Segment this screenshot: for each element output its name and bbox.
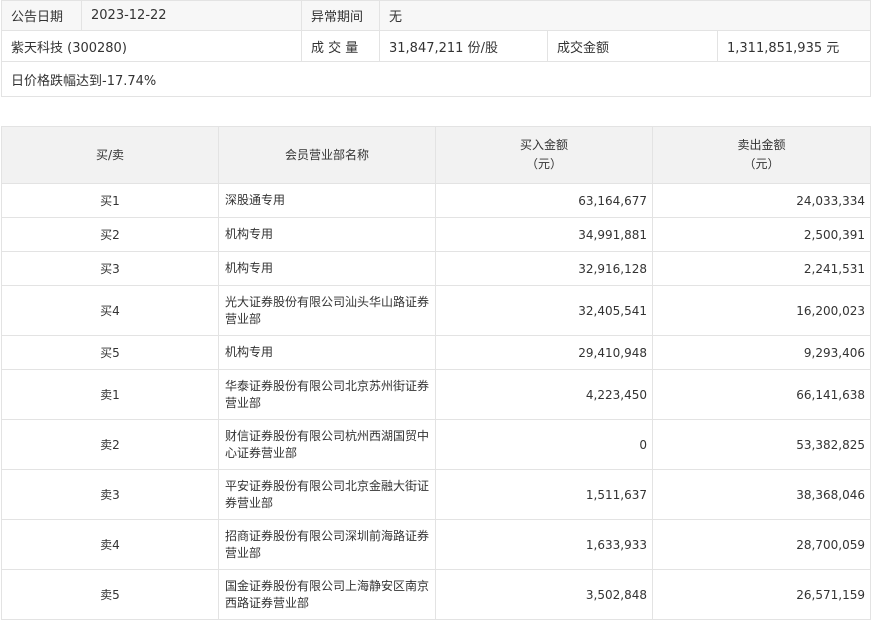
trading-detail-table: 买/卖 会员营业部名称 买入金额 （元） 卖出金额 （元） 买1 深股通专用 6… [1, 126, 871, 620]
side-cell: 买4 [1, 285, 219, 336]
buy-amount-cell: 29,410,948 [435, 335, 653, 370]
branch-cell: 光大证券股份有限公司汕头华山路证券营业部 [218, 285, 436, 336]
sell-amount-cell: 16,200,023 [652, 285, 871, 336]
buy-amount-cell: 63,164,677 [435, 183, 653, 218]
amount-value: 1,311,851,935 元 [717, 30, 871, 62]
table-row: 买4 光大证券股份有限公司汕头华山路证券营业部 32,405,541 16,20… [1, 285, 871, 336]
sell-amount-cell: 38,368,046 [652, 469, 871, 520]
header-sell-amount: 卖出金额 （元） [652, 126, 871, 184]
header-side: 买/卖 [1, 126, 219, 184]
sell-amount-cell: 2,241,531 [652, 251, 871, 286]
stock-info-table: 公告日期 2023-12-22 异常期间 无 紫天科技 (300280) 成 交… [1, 0, 871, 97]
buy-amount-cell: 34,991,881 [435, 217, 653, 252]
header-sell-line1: 卖出金额 [737, 138, 786, 152]
sell-amount-cell: 24,033,334 [652, 183, 871, 218]
buy-amount-cell: 0 [435, 419, 653, 470]
side-cell: 买2 [1, 217, 219, 252]
sell-amount-cell: 28,700,059 [652, 519, 871, 570]
sell-amount-cell: 53,382,825 [652, 419, 871, 470]
header-buy-line2: （元） [525, 157, 562, 171]
side-cell: 卖3 [1, 469, 219, 520]
sell-amount-cell: 2,500,391 [652, 217, 871, 252]
header-buy-line1: 买入金额 [519, 138, 568, 152]
table-row: 卖5 国金证券股份有限公司上海静安区南京西路证券营业部 3,502,848 26… [1, 569, 871, 620]
amount-label: 成交金额 [547, 30, 718, 62]
branch-cell: 机构专用 [218, 217, 436, 252]
price-change-note: 日价格跌幅达到-17.74% [1, 61, 871, 97]
buy-amount-cell: 4,223,450 [435, 369, 653, 420]
volume-value: 31,847,211 份/股 [379, 30, 548, 62]
sell-amount-cell: 9,293,406 [652, 335, 871, 370]
header-sell-line2: （元） [743, 157, 780, 171]
table-row: 卖4 招商证券股份有限公司深圳前海路证券营业部 1,633,933 28,700… [1, 519, 871, 570]
branch-cell: 平安证券股份有限公司北京金融大街证券营业部 [218, 469, 436, 520]
abnormal-period-value: 无 [379, 0, 871, 31]
buy-amount-cell: 1,633,933 [435, 519, 653, 570]
sell-amount-cell: 66,141,638 [652, 369, 871, 420]
buy-amount-cell: 3,502,848 [435, 569, 653, 620]
table-row: 卖1 华泰证券股份有限公司北京苏州街证券营业部 4,223,450 66,141… [1, 369, 871, 420]
stock-name: 紫天科技 (300280) [1, 30, 302, 62]
buy-amount-cell: 32,405,541 [435, 285, 653, 336]
side-cell: 卖5 [1, 569, 219, 620]
table-row: 卖3 平安证券股份有限公司北京金融大街证券营业部 1,511,637 38,36… [1, 469, 871, 520]
table-row: 买1 深股通专用 63,164,677 24,033,334 [1, 183, 871, 218]
branch-cell: 财信证券股份有限公司杭州西湖国贸中心证券营业部 [218, 419, 436, 470]
table-row: 卖2 财信证券股份有限公司杭州西湖国贸中心证券营业部 0 53,382,825 [1, 419, 871, 470]
side-cell: 买5 [1, 335, 219, 370]
side-cell: 卖2 [1, 419, 219, 470]
announce-date-value: 2023-12-22 [81, 0, 302, 31]
branch-cell: 机构专用 [218, 335, 436, 370]
abnormal-period-label: 异常期间 [301, 0, 380, 31]
side-cell: 卖4 [1, 519, 219, 570]
table-header-row: 买/卖 会员营业部名称 买入金额 （元） 卖出金额 （元） [1, 126, 871, 184]
table-row: 买3 机构专用 32,916,128 2,241,531 [1, 251, 871, 286]
branch-cell: 深股通专用 [218, 183, 436, 218]
buy-amount-cell: 32,916,128 [435, 251, 653, 286]
table-row: 买2 机构专用 34,991,881 2,500,391 [1, 217, 871, 252]
side-cell: 卖1 [1, 369, 219, 420]
branch-cell: 机构专用 [218, 251, 436, 286]
side-cell: 买3 [1, 251, 219, 286]
table-row: 买5 机构专用 29,410,948 9,293,406 [1, 335, 871, 370]
branch-cell: 华泰证券股份有限公司北京苏州街证券营业部 [218, 369, 436, 420]
header-branch: 会员营业部名称 [218, 126, 436, 184]
sell-amount-cell: 26,571,159 [652, 569, 871, 620]
header-buy-amount: 买入金额 （元） [435, 126, 653, 184]
announce-date-label: 公告日期 [1, 0, 82, 31]
side-cell: 买1 [1, 183, 219, 218]
volume-label: 成 交 量 [301, 30, 380, 62]
buy-amount-cell: 1,511,637 [435, 469, 653, 520]
branch-cell: 国金证券股份有限公司上海静安区南京西路证券营业部 [218, 569, 436, 620]
branch-cell: 招商证券股份有限公司深圳前海路证券营业部 [218, 519, 436, 570]
